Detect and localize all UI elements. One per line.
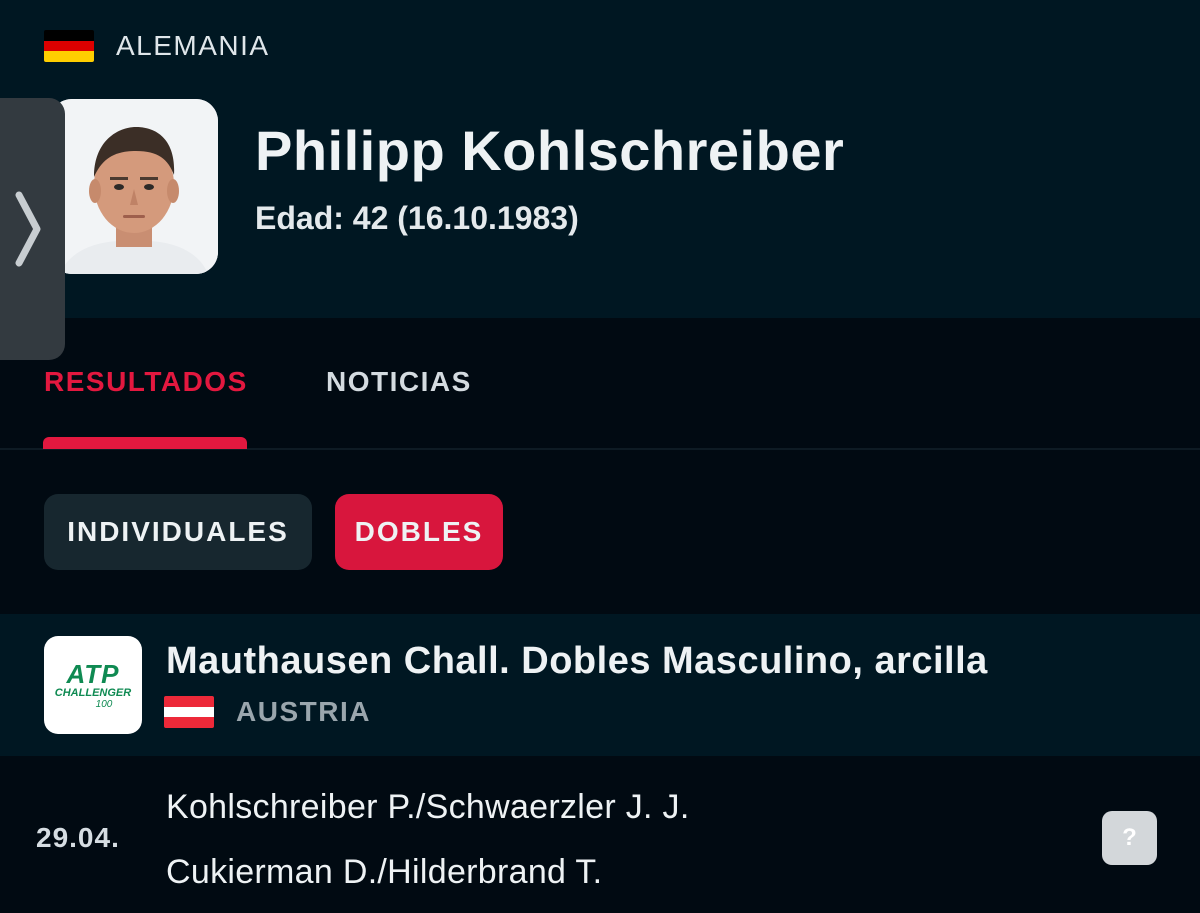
match-date: 29.04.: [36, 822, 120, 853]
tournament-country: AUSTRIA: [236, 696, 371, 727]
logo-atp-text: ATP: [66, 658, 120, 689]
germany-flag-icon: [44, 30, 94, 62]
player-age: Edad: 42 (16.10.1983): [255, 200, 579, 236]
active-tab-indicator: [43, 437, 247, 449]
match-team-away: Cukierman D./Hilderbrand T.: [166, 853, 603, 891]
filter-singles-button[interactable]: INDIVIDUALES: [44, 494, 312, 570]
player-country[interactable]: ALEMANIA: [116, 30, 270, 62]
player-name: Philipp Kohlschreiber: [255, 119, 845, 182]
tab-bar: RESULTADOS NOTICIAS: [0, 318, 1200, 450]
tournament-name[interactable]: Mauthausen Chall. Dobles Masculino, arci…: [166, 640, 988, 683]
tournament-country-row: AUSTRIA: [164, 696, 371, 728]
atp-challenger-logo: ATP CHALLENGER 100: [44, 636, 142, 734]
logo-tier-text: 100: [95, 698, 113, 710]
tournament-header[interactable]: ATP CHALLENGER 100 Mauthausen Chall. Dob…: [0, 614, 1200, 756]
filter-doubles-button[interactable]: DOBLES: [335, 494, 503, 570]
match-row[interactable]: 29.04. Kohlschreiber P./Schwaerzler J. J…: [0, 756, 1200, 913]
player-photo-icon: [50, 99, 218, 274]
side-panel-handle[interactable]: [0, 98, 65, 360]
player-country-row: ALEMANIA: [44, 30, 270, 62]
tab-news[interactable]: NOTICIAS: [326, 366, 472, 398]
match-team-home: Kohlschreiber P./Schwaerzler J. J.: [166, 788, 690, 826]
tab-results[interactable]: RESULTADOS: [44, 366, 248, 398]
match-status-icon: ?: [1102, 811, 1157, 865]
logo-challenger-text: CHALLENGER: [54, 686, 132, 699]
player-header: ALEMANIA Philipp Kohlschreiber Edad: 42 …: [0, 0, 1200, 318]
player-avatar: [50, 99, 218, 274]
austria-flag-icon: [164, 696, 214, 728]
chevron-right-icon: [15, 191, 40, 267]
